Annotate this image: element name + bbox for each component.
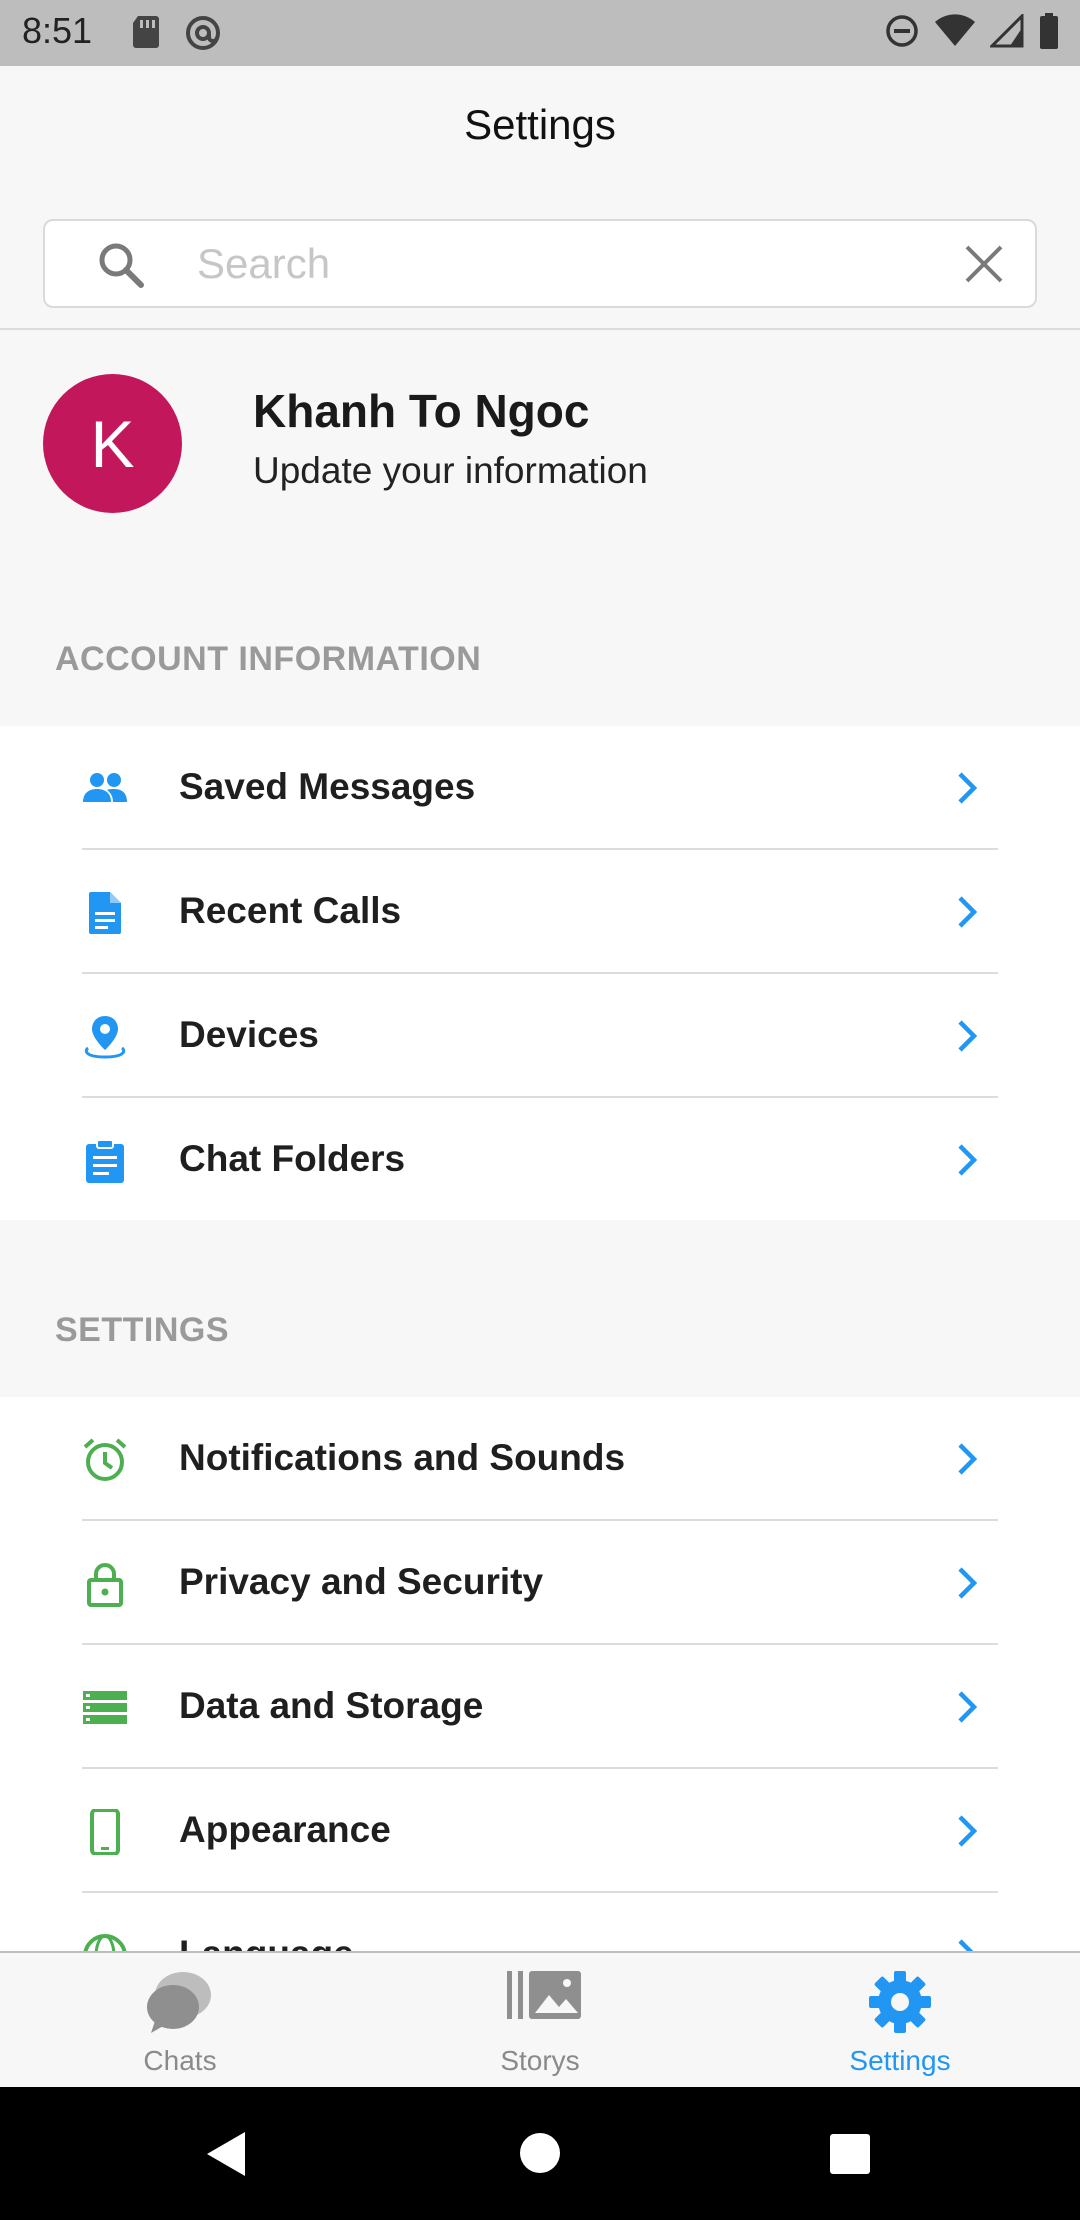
row-label: Recent Calls [179,890,402,931]
row-label: Devices [179,1014,319,1055]
row-label: Notifications and Sounds [179,1437,626,1478]
devices-row[interactable]: Devices [0,974,1080,1098]
row-label: Appearance [179,1809,391,1850]
settings-list: Notifications and Sounds Privacy and Sec… [0,1397,1080,1951]
wifi-icon [934,14,976,53]
chevron-right-icon [956,1018,980,1059]
row-label: Data and Storage [179,1685,484,1726]
battery-icon [1038,12,1060,55]
notifications-and-sounds-row[interactable]: Notifications and Sounds [0,1397,1080,1521]
home-icon[interactable] [519,2132,561,2179]
status-time: 8:51 [22,10,93,51]
row-label: Chat Folders [179,1138,406,1179]
alarm-clock-icon [82,1437,128,1483]
account-information-list: Saved Messages Recent Calls Devices Chat… [0,726,1080,1220]
bottom-nav: Chats Storys Settings [0,1951,1080,2087]
row-label: Language [179,1933,354,1951]
tab-storys[interactable]: Storys [440,1953,640,2089]
recents-icon[interactable] [829,2133,871,2180]
row-label: Saved Messages [179,766,476,807]
chat-folders-row[interactable]: Chat Folders [0,1098,1080,1220]
profile-card[interactable]: K Khanh To Ngoc Update your information [0,332,1080,532]
row-label: Privacy and Security [179,1561,544,1602]
gallery-icon [505,1967,585,2032]
system-navigation-bar [0,2087,1080,2220]
section-header-settings: SETTINGS [55,1311,230,1349]
chevron-right-icon [956,1937,980,1951]
appearance-row[interactable]: Appearance [0,1769,1080,1893]
document-icon [82,890,128,936]
header: Settings [0,66,1080,330]
globe-icon [82,1933,128,1951]
search-icon [95,239,147,296]
tab-chats[interactable]: Chats [80,1953,280,2089]
chevron-right-icon [956,894,980,935]
at-sign-icon [184,14,222,57]
close-icon[interactable] [963,243,1005,290]
profile-name: Khanh To Ngoc [253,385,590,437]
phone-icon [82,1808,128,1856]
avatar: K [43,374,182,513]
signal-icon [988,12,1024,53]
tab-settings[interactable]: Settings [800,1953,1000,2089]
chevron-right-icon [956,1565,980,1606]
storage-icon [82,1685,128,1731]
location-pin-icon [82,1014,128,1060]
chevron-right-icon [956,1441,980,1482]
chevron-right-icon [956,770,980,811]
search-bar[interactable] [43,219,1037,308]
section-header-account-information: ACCOUNT INFORMATION [55,640,482,678]
lock-icon [82,1561,128,1607]
language-row[interactable]: Language [0,1893,1080,1951]
sd-card-icon [130,14,162,57]
back-icon[interactable] [205,2130,247,2183]
data-and-storage-row[interactable]: Data and Storage [0,1645,1080,1769]
chevron-right-icon [956,1689,980,1730]
profile-subtitle: Update your information [253,450,648,491]
gear-icon [865,1967,935,2042]
chevron-right-icon [956,1142,980,1183]
settings-screen: 8:51 Settings Search K Khanh To Ngoc Upd… [0,0,1080,2220]
privacy-and-security-row[interactable]: Privacy and Security [0,1521,1080,1645]
people-icon [82,766,128,812]
tab-label: Chats [143,2045,217,2076]
search-input[interactable] [197,231,957,297]
saved-messages-row[interactable]: Saved Messages [0,726,1080,850]
status-bar: 8:51 [0,0,1080,66]
tab-label: Storys [500,2045,580,2076]
tab-label: Settings [849,2045,951,2076]
clipboard-icon [82,1138,128,1184]
chat-bubbles-icon [145,1967,215,2042]
recent-calls-row[interactable]: Recent Calls [0,850,1080,974]
page-title: Settings [464,101,616,148]
do-not-disturb-icon [884,13,920,54]
chevron-right-icon [956,1813,980,1854]
